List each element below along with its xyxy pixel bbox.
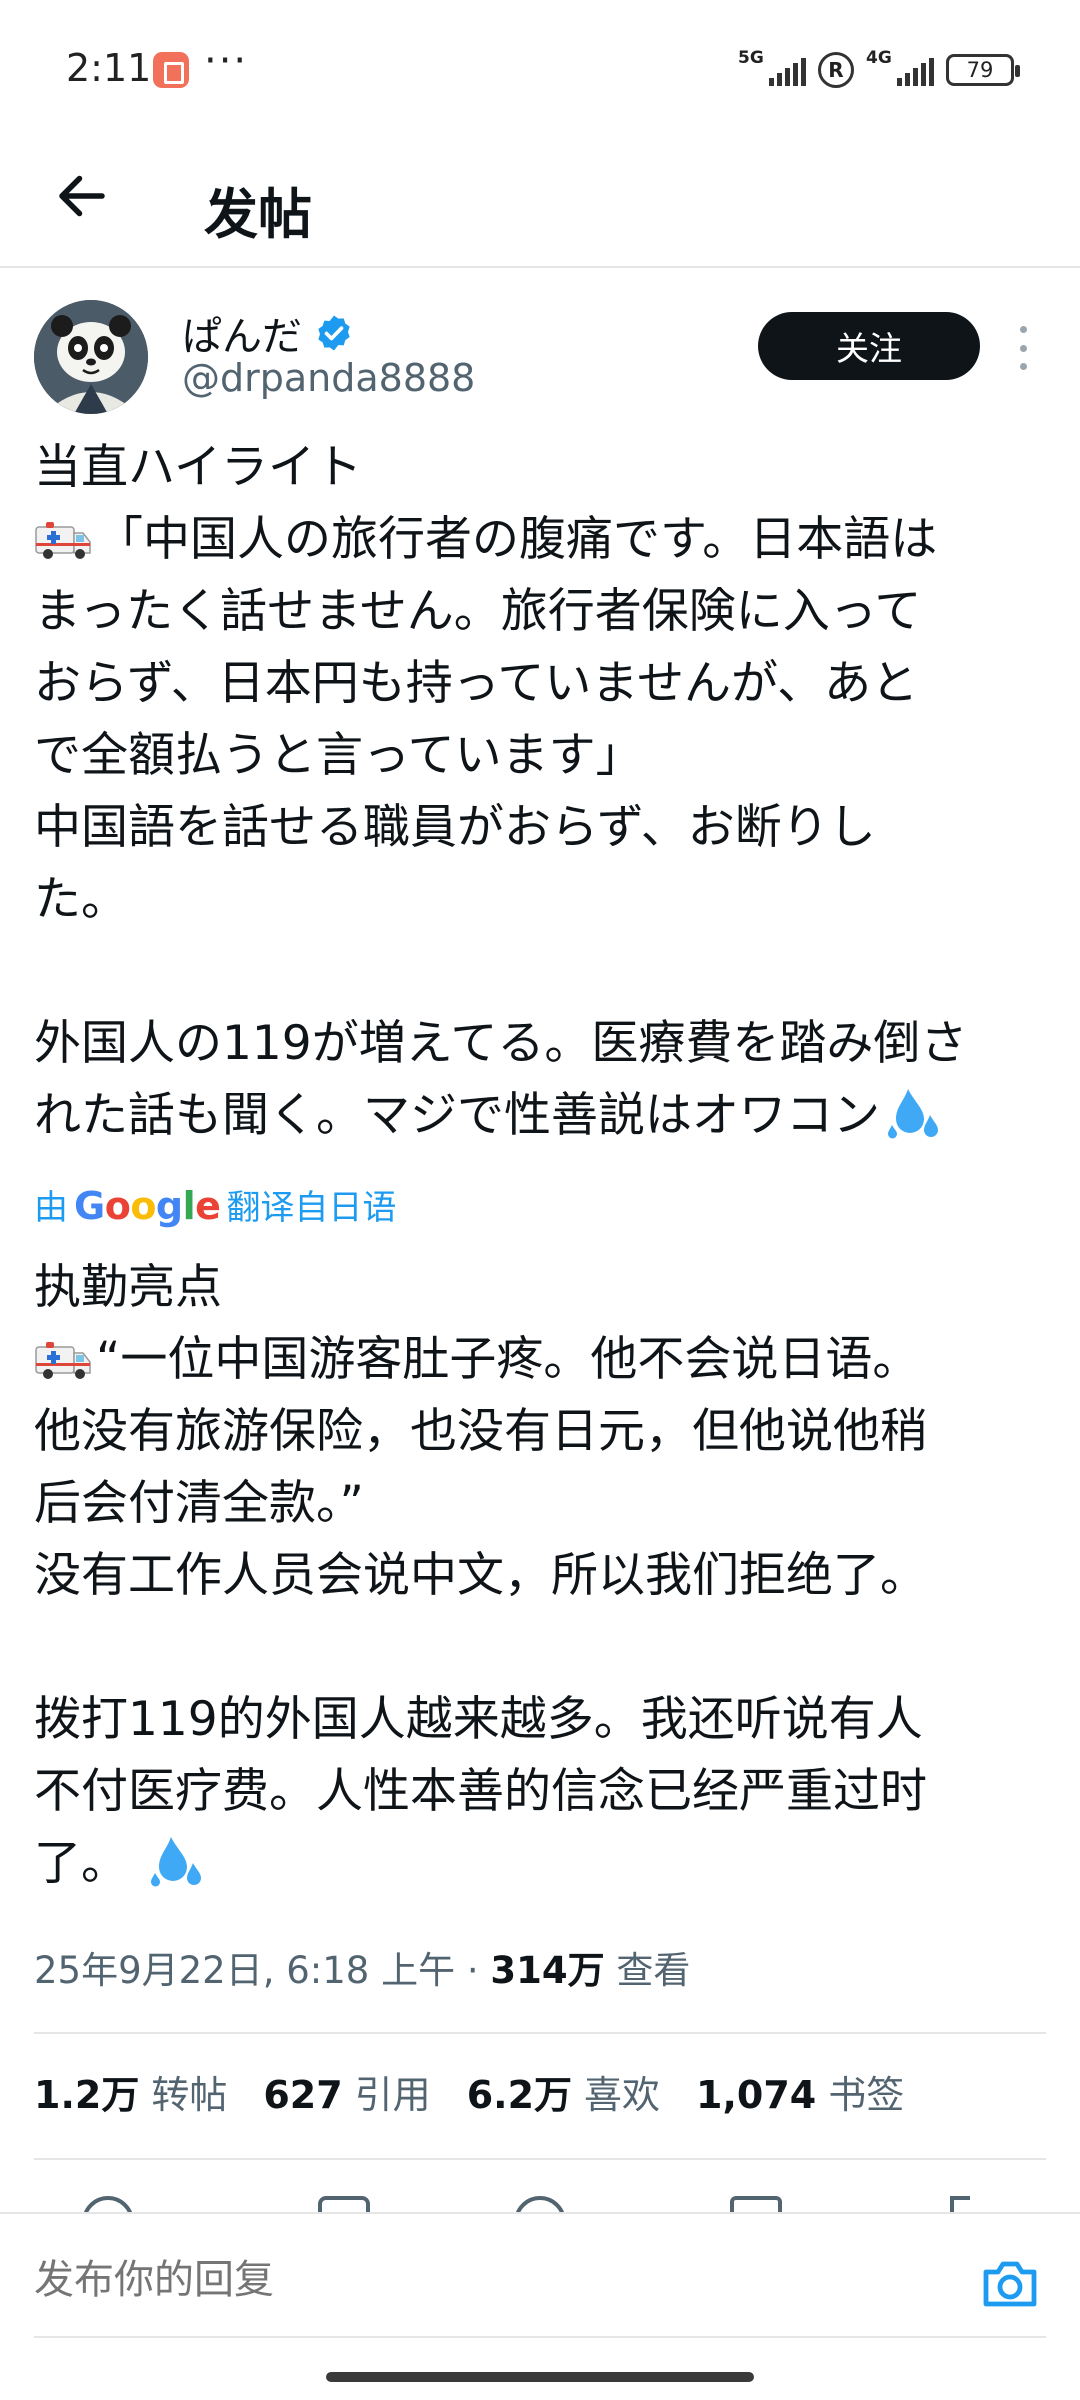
tweet-line: れた話も聞く。マジで性善説はオワコン	[34, 1080, 1044, 1152]
stat-reposts[interactable]: 1.2万 转帖	[34, 2064, 227, 2119]
verified-badge-icon	[318, 315, 350, 351]
signal-5g-icon: 5G	[738, 48, 806, 90]
page-title: 发帖	[204, 183, 312, 246]
reply-bar	[0, 2212, 1080, 2344]
view-label: 查看	[604, 1949, 691, 1992]
follow-button[interactable]: 关注	[758, 312, 980, 380]
stat-likes[interactable]: 6.2万 喜欢	[467, 2064, 660, 2119]
translated-text: 执勤亮点 “一位中国游客肚子疼。他不会说日语。 他没有旅游保险，也没有日元，但他…	[34, 1252, 1044, 1900]
tweet-line: た。	[34, 872, 128, 927]
tweet-line: 当直ハイライト	[34, 440, 363, 495]
status-time: 2:11	[66, 46, 152, 90]
tweet-text: 当直ハイライト 「中国人の旅行者の腹痛です。日本語は まったく話せません。旅行者…	[34, 432, 1044, 1152]
home-indicator[interactable]	[326, 2372, 754, 2382]
tweet-line: 「中国人の旅行者の腹痛です。日本語は	[34, 504, 1044, 576]
divider	[34, 2158, 1046, 2160]
roaming-icon: R	[818, 52, 854, 88]
translated-line: 拨打119的外国人越来越多。我还听说有人	[34, 1692, 923, 1747]
author-handle[interactable]: @drpanda8888	[182, 356, 475, 400]
tweet-line: で全額払うと言っています」	[34, 728, 643, 783]
tweet-line: おらず、日本円も持っていませんが、あと	[34, 656, 919, 711]
post-meta: 25年9月22日, 6:18 上午 · 314万 查看	[34, 1940, 690, 1994]
translated-line: 后会付清全款。”	[34, 1476, 364, 1531]
translated-line: 执勤亮点	[34, 1260, 222, 1315]
ambulance-emoji-icon	[35, 522, 91, 559]
translated-line: 没有工作人员会说中文，所以我们拒绝了。	[34, 1548, 927, 1603]
translated-line: 了。	[34, 1828, 1044, 1900]
translation-attribution[interactable]: 由 Google 翻译自日语	[34, 1180, 396, 1229]
app-notification-icon	[153, 52, 189, 88]
reply-underline	[34, 2336, 1046, 2338]
author-display-name[interactable]: ぱんだ	[182, 304, 302, 362]
status-bar: 2:11 ··· 5G R 4G 79	[0, 0, 1080, 140]
battery-icon: 79	[946, 54, 1020, 86]
stat-bookmarks[interactable]: 1,074 书签	[696, 2064, 904, 2119]
ambulance-emoji-icon	[35, 1342, 91, 1379]
avatar[interactable]	[34, 300, 148, 414]
translated-line	[34, 1612, 1044, 1684]
signal-4g-icon: 4G	[866, 48, 934, 90]
author-name[interactable]: ぱんだ	[182, 304, 354, 362]
view-count[interactable]: 314万	[490, 1949, 604, 1992]
arrow-left-icon[interactable]	[52, 166, 112, 226]
engagement-stats: 1.2万 转帖 627 引用 6.2万 喜欢 1,074 书签	[34, 2064, 904, 2119]
translated-line: “一位中国游客肚子疼。他不会说日语。	[34, 1324, 1044, 1396]
more-vertical-icon[interactable]	[1016, 326, 1030, 370]
tweet-line	[34, 936, 1044, 1008]
top-app-bar: 发帖	[0, 140, 1080, 268]
translated-line: 他没有旅游保险，也没有日元，但他说他稍	[34, 1404, 927, 1459]
tweet-line: まったく話せません。旅行者保険に入って	[34, 584, 922, 639]
status-more-icon: ···	[204, 38, 249, 84]
translated-line: 不付医疗费。人性本善的信念已经严重过时	[34, 1764, 927, 1819]
post-timestamp: 25年9月22日, 6:18 上午 ·	[34, 1949, 491, 1992]
sweat-droplets-emoji-icon	[888, 1089, 938, 1139]
tweet-line: 中国語を話せる職員がおらず、お断りし	[34, 800, 876, 855]
divider	[34, 2032, 1046, 2034]
stat-quotes[interactable]: 627 引用	[263, 2064, 430, 2119]
reply-input[interactable]	[34, 2250, 934, 2310]
google-logo: Google	[74, 1184, 221, 1228]
tweet-line: 外国人の119が増えてる。医療費を踏み倒さ	[34, 1016, 968, 1071]
sweat-droplets-emoji-icon	[150, 1837, 201, 1887]
camera-icon[interactable]	[980, 2256, 1040, 2312]
